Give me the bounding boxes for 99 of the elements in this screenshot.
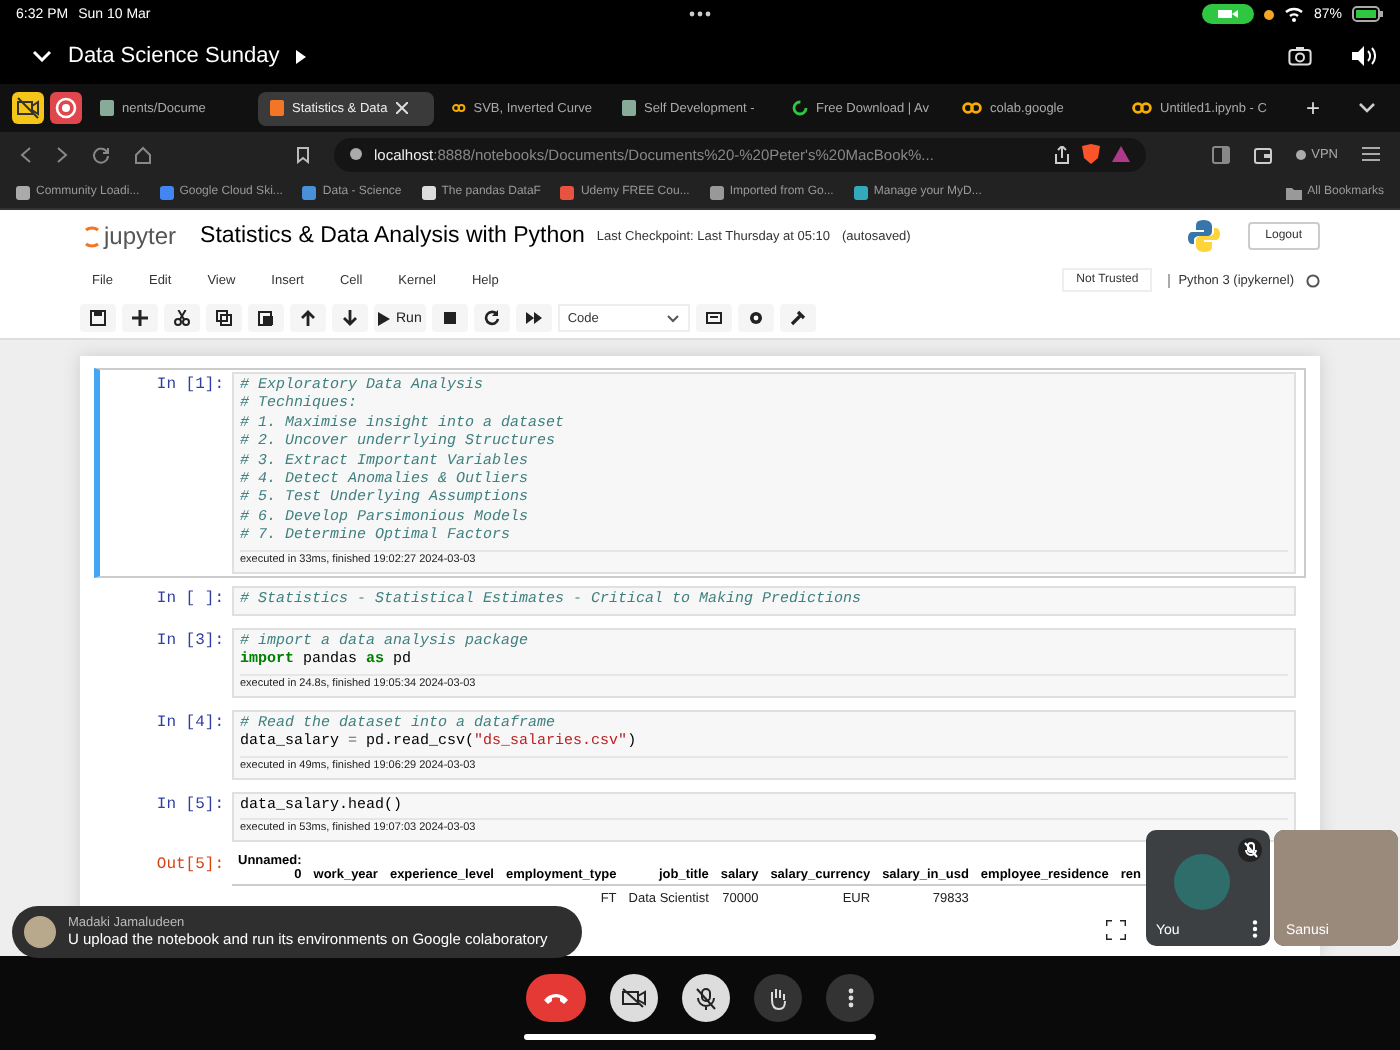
mute-button[interactable]: [682, 974, 730, 1022]
book-icon: [270, 100, 284, 116]
wrench-button[interactable]: [779, 304, 816, 332]
meeting-title[interactable]: Data Science Sunday: [68, 44, 280, 68]
copy-icon: [216, 310, 232, 326]
input-prompt: In [5]:: [154, 793, 226, 814]
home-icon[interactable]: [134, 145, 152, 163]
paste-button[interactable]: [248, 304, 284, 332]
jupyter-logo-icon: [84, 223, 100, 249]
more-dots-icon: [688, 10, 712, 18]
infinity-icon: [452, 102, 466, 114]
chevron-down-icon[interactable]: [1358, 102, 1376, 114]
record-icon[interactable]: [50, 92, 82, 124]
logo-text: jupyter: [104, 222, 177, 250]
keyboard-icon: [705, 310, 722, 326]
input-prompt: In [3]:: [154, 630, 226, 651]
settings-button[interactable]: [737, 304, 774, 332]
paste-icon: [258, 310, 274, 326]
output-prompt: Out[5]:: [154, 854, 226, 875]
kernel-status-icon: [1306, 273, 1320, 287]
restart-icon: [483, 310, 500, 326]
favicon-icon: [16, 185, 30, 199]
forward-icon[interactable]: [56, 145, 68, 163]
favicon-icon: [159, 185, 174, 199]
move-down-icon: [342, 310, 358, 326]
camera-icon: [1201, 4, 1254, 24]
fast-forward-button[interactable]: [515, 304, 552, 332]
wifi-icon: [1283, 6, 1304, 22]
photo-placeholder: [1274, 830, 1398, 946]
move-up-button[interactable]: [290, 304, 326, 332]
infinity-icon: [962, 102, 982, 114]
input-prompt: In [ ]:: [154, 587, 226, 608]
wrench-icon: [789, 310, 806, 326]
stop-button[interactable]: [431, 304, 468, 332]
dot-icon: [1263, 9, 1274, 19]
menu-icon[interactable]: [1362, 146, 1380, 162]
share-icon[interactable]: [1054, 145, 1070, 163]
move-up-icon: [300, 310, 316, 326]
avatar-placeholder: [24, 916, 56, 948]
info-icon: [350, 148, 362, 160]
avatar-placeholder: [1174, 854, 1230, 910]
bookmark-icon[interactable]: [296, 145, 310, 163]
caret-icon[interactable]: [295, 49, 306, 63]
copy-button[interactable]: [206, 304, 242, 332]
add-button[interactable]: [122, 304, 158, 332]
hand-icon: [768, 987, 788, 1009]
dot-icon: [1295, 149, 1306, 159]
page-icon: [100, 100, 114, 116]
notebook-cell[interactable]: [94, 368, 1306, 578]
more-vertical-icon: [847, 988, 853, 1008]
hang-up-button[interactable]: [526, 974, 586, 1022]
stop-icon: [441, 310, 458, 326]
mic-off-icon: [1243, 842, 1257, 858]
infinity-icon: [1132, 102, 1152, 114]
favicon-icon: [421, 185, 436, 199]
input-prompt: In [1]:: [154, 374, 226, 394]
more-vertical-icon[interactable]: [1252, 920, 1258, 938]
notebook-title[interactable]: Statistics & Data Analysis with Python: [200, 224, 585, 248]
focus-icon: [1106, 920, 1126, 940]
camera-off-icon: [622, 988, 646, 1008]
more-options-button[interactable]: [826, 974, 874, 1022]
back-icon[interactable]: [20, 145, 32, 163]
mic-off-icon: [696, 987, 716, 1009]
favicon-icon: [853, 185, 868, 199]
triangle-icon[interactable]: [1112, 146, 1130, 162]
loading-icon: [792, 100, 808, 116]
play-icon: [378, 311, 390, 325]
camera-flip-icon[interactable]: [1288, 46, 1312, 66]
shield-icon[interactable]: [1082, 144, 1100, 164]
chevron-down-icon: [665, 313, 680, 323]
keyboard-button[interactable]: [695, 304, 732, 332]
battery-icon: [1352, 6, 1384, 22]
camera-off-icon[interactable]: [12, 92, 44, 124]
sidebar-icon[interactable]: [1211, 145, 1230, 163]
favicon-icon: [302, 185, 317, 199]
phone-icon: [544, 992, 568, 1004]
wallet-icon[interactable]: [1253, 145, 1272, 163]
close-icon[interactable]: [395, 102, 408, 114]
save-icon: [90, 310, 106, 326]
cut-icon: [174, 310, 190, 326]
favicon-icon: [709, 185, 724, 199]
folder-icon: [1285, 185, 1302, 199]
page-icon: [622, 100, 636, 116]
save-button[interactable]: [80, 304, 116, 332]
speaker-icon[interactable]: [1352, 46, 1376, 66]
reload-icon[interactable]: [92, 145, 110, 163]
raise-hand-button[interactable]: [754, 974, 802, 1022]
restart-button[interactable]: [473, 304, 510, 332]
code-area[interactable]: [232, 372, 1296, 574]
new-tab-button[interactable]: +: [1290, 94, 1337, 122]
input-prompt: In [4]:: [154, 711, 226, 732]
cut-button[interactable]: [164, 304, 200, 332]
python-logo-icon: [1187, 220, 1220, 252]
fast-forward-icon: [525, 310, 542, 326]
add-icon: [132, 310, 148, 326]
settings-icon: [747, 310, 764, 326]
camera-off-button[interactable]: [610, 974, 658, 1022]
move-down-button[interactable]: [332, 304, 368, 332]
favicon-icon: [560, 185, 575, 199]
